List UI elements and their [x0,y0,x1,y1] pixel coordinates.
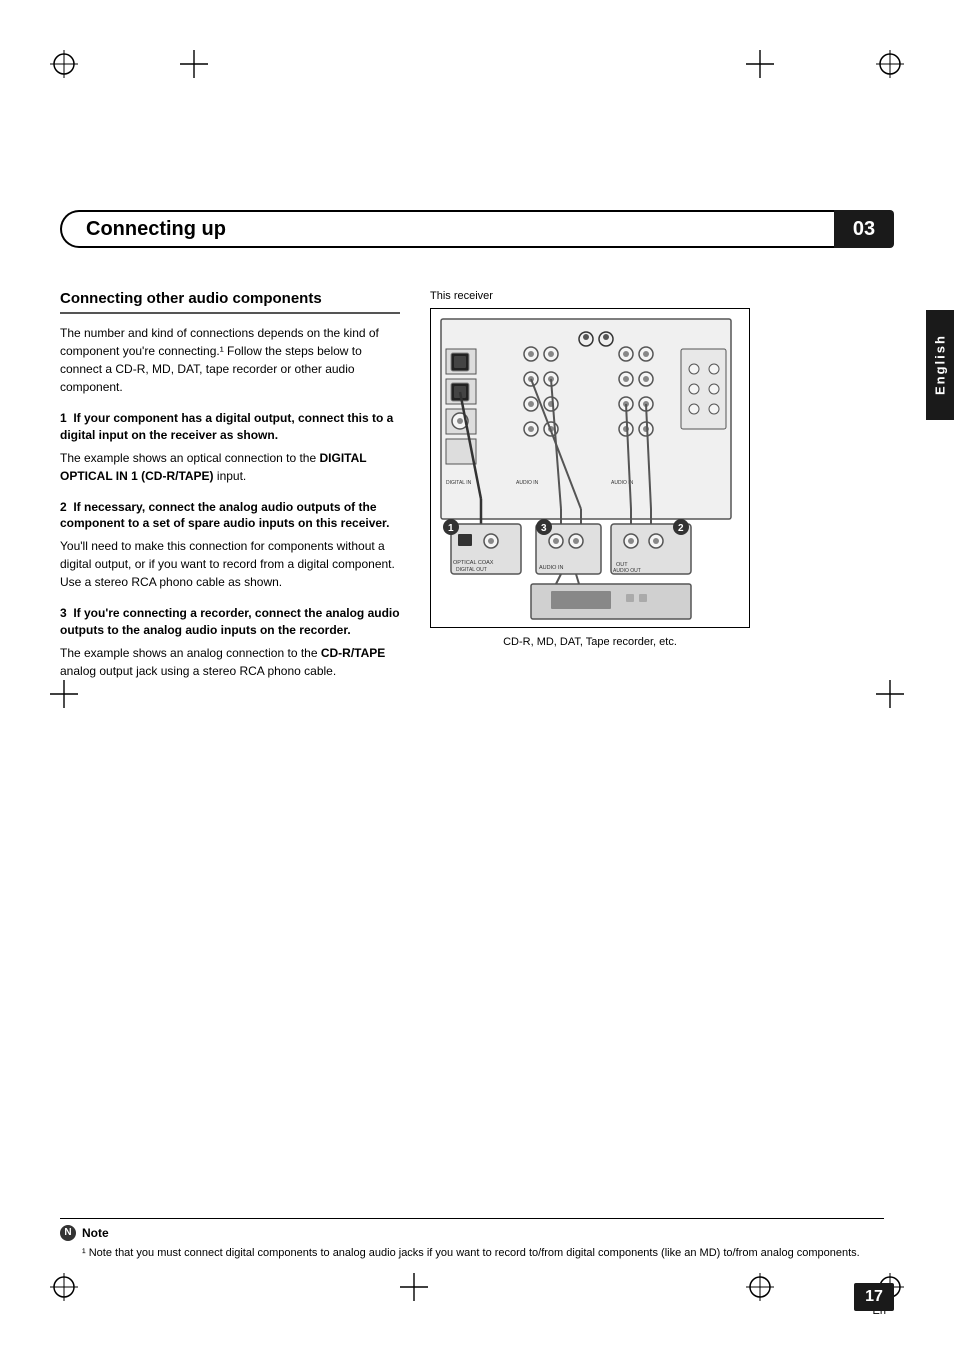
text-column: Connecting other audio components The nu… [60,290,400,694]
note-title: Note [82,1226,109,1240]
svg-text:AUDIO IN: AUDIO IN [539,565,563,571]
chapter-title: Connecting up [86,218,226,241]
svg-text:1: 1 [448,523,454,534]
svg-text:2: 2 [678,523,684,534]
step-3-body: The example shows an analog connection t… [60,644,400,680]
diagram-box: DIGITAL IN AUDIO IN AUDIO IN [430,308,750,628]
svg-text:AUDIO IN: AUDIO IN [516,480,539,486]
svg-text:3: 3 [541,523,547,534]
chapter-number-box: 03 [834,210,894,248]
step-1-body: The example shows an optical connection … [60,449,400,485]
step-2-heading: 2 If necessary, connect the analog audio… [60,499,400,533]
svg-text:AUDIO OUT: AUDIO OUT [613,568,641,574]
reg-mark-top-center-right [746,50,774,78]
intro-text: The number and kind of connections depen… [60,324,400,396]
svg-text:DIGITAL OUT: DIGITAL OUT [456,567,487,573]
chapter-header: Connecting up 03 [60,210,894,248]
page-number: 17 [854,1283,894,1311]
note-section: N Note ¹ Note that you must connect digi… [60,1218,884,1262]
reg-mark-bottom-left [50,1273,78,1301]
diagram-svg: DIGITAL IN AUDIO IN AUDIO IN [431,309,751,629]
diagram-caption: CD-R, MD, DAT, Tape recorder, etc. [430,636,750,648]
svg-text:DIGITAL IN: DIGITAL IN [446,480,472,486]
reg-mark-top-center-left [180,50,208,78]
chapter-title-box: Connecting up [60,210,834,248]
step-3-heading: 3 If you're connecting a recorder, conne… [60,605,400,639]
reg-mark-top-right [876,50,904,78]
reg-mark-bottom-center [400,1273,428,1301]
note-icon: N [60,1225,76,1241]
reg-mark-top-left [50,50,78,78]
step-2-body: You'll need to make this connection for … [60,537,400,591]
note-header: N Note [60,1225,884,1241]
diagram-label-top: This receiver [430,290,493,302]
diagram-column: This receiver [430,290,884,694]
note-text: ¹ Note that you must connect digital com… [60,1245,884,1262]
chapter-number: 03 [853,218,875,241]
step-1-heading: 1 If your component has a digital output… [60,410,400,444]
reg-mark-bottom-right-2 [746,1273,774,1301]
section-title: Connecting other audio components [60,290,400,314]
language-tab: English [926,310,954,420]
main-content: Connecting other audio components The nu… [60,290,884,694]
svg-text:OPTICAL COAX: OPTICAL COAX [453,560,494,566]
